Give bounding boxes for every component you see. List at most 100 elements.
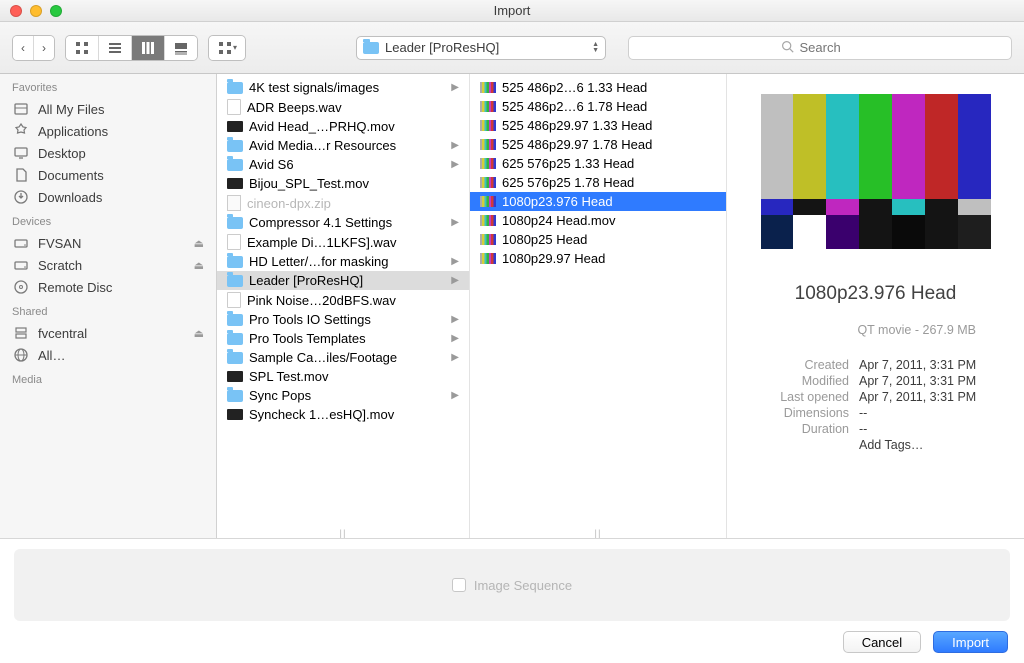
colorbars-icon	[480, 82, 496, 93]
chevron-right-icon: ▶	[451, 352, 463, 363]
file-label: Sync Pops	[249, 388, 311, 403]
file-row[interactable]: 4K test signals/images▶	[217, 78, 469, 97]
column-resize-handle[interactable]: ||	[339, 529, 346, 538]
file-row[interactable]: 625 576p25 1.33 Head	[470, 154, 726, 173]
eject-icon[interactable]: ⏏	[194, 237, 204, 250]
cancel-button[interactable]: Cancel	[843, 631, 921, 653]
file-row[interactable]: Bijou_SPL_Test.mov	[217, 174, 469, 193]
titlebar: Import	[0, 0, 1024, 22]
movie-icon	[227, 178, 243, 189]
file-row[interactable]: Sample Ca…iles/Footage▶	[217, 348, 469, 367]
file-row[interactable]: Syncheck 1…esHQ].mov	[217, 405, 469, 424]
file-row[interactable]: Pro Tools Templates▶	[217, 329, 469, 348]
metadata-row: Dimensions--	[745, 405, 1006, 421]
file-label: 4K test signals/images	[249, 80, 379, 95]
view-coverflow-button[interactable]	[164, 36, 197, 60]
colorbars-icon	[480, 253, 496, 264]
metadata-key: Last opened	[745, 390, 849, 404]
search-input[interactable]	[800, 40, 860, 55]
file-row[interactable]: Avid Head_…PRHQ.mov	[217, 117, 469, 136]
file-label: 625 576p25 1.78 Head	[502, 175, 634, 190]
sidebar-item[interactable]: Scratch⏏	[0, 254, 216, 276]
file-row[interactable]: Pro Tools IO Settings▶	[217, 310, 469, 329]
image-sequence-label: Image Sequence	[474, 578, 572, 593]
downloads-icon	[12, 189, 30, 205]
file-label: Compressor 4.1 Settings	[249, 215, 392, 230]
file-label: Example Di…1LKFS].wav	[247, 235, 397, 250]
file-row[interactable]: Avid S6▶	[217, 155, 469, 174]
file-row[interactable]: 625 576p25 1.78 Head	[470, 173, 726, 192]
file-row[interactable]: cineon-dpx.zip	[217, 193, 469, 213]
sidebar-item[interactable]: Desktop	[0, 142, 216, 164]
location-popup[interactable]: Leader [ProResHQ] ▲▼	[356, 36, 606, 60]
file-label: 525 486p2…6 1.33 Head	[502, 80, 647, 95]
file-row[interactable]: 1080p24 Head.mov	[470, 211, 726, 230]
file-label: Leader [ProResHQ]	[249, 273, 363, 288]
sidebar-item-label: FVSAN	[38, 236, 81, 251]
image-sequence-checkbox	[452, 578, 466, 592]
metadata-key: Modified	[745, 374, 849, 388]
sidebar-item-label: Applications	[38, 124, 108, 139]
file-label: Pro Tools IO Settings	[249, 312, 371, 327]
sidebar-item[interactable]: All…	[0, 344, 216, 366]
file-row[interactable]: SPL Test.mov	[217, 367, 469, 386]
sidebar-item[interactable]: fvcentral⏏	[0, 322, 216, 344]
eject-icon[interactable]: ⏏	[194, 327, 204, 340]
file-row[interactable]: Avid Media…r Resources▶	[217, 136, 469, 155]
metadata-value: Apr 7, 2011, 3:31 PM	[859, 358, 976, 372]
chevron-right-icon: ▶	[451, 159, 463, 170]
file-row[interactable]: HD Letter/…for masking▶	[217, 252, 469, 271]
file-row[interactable]: Example Di…1LKFS].wav	[217, 232, 469, 252]
sidebar-item-label: Remote Disc	[38, 280, 112, 295]
view-list-button[interactable]	[98, 36, 131, 60]
sidebar-group-header: Devices	[0, 208, 216, 232]
colorbars-icon	[480, 139, 496, 150]
sidebar-item[interactable]: Applications	[0, 120, 216, 142]
import-button[interactable]: Import	[933, 631, 1008, 653]
metadata-row: ModifiedApr 7, 2011, 3:31 PM	[745, 373, 1006, 389]
file-row[interactable]: 525 486p2…6 1.33 Head	[470, 78, 726, 97]
file-row[interactable]: 525 486p29.97 1.33 Head	[470, 116, 726, 135]
metadata-key: Duration	[745, 422, 849, 436]
sidebar-item[interactable]: Documents	[0, 164, 216, 186]
nav-forward-button[interactable]: ›	[33, 36, 54, 60]
drive-icon	[12, 235, 30, 251]
options-row: Image Sequence	[14, 549, 1010, 621]
file-row[interactable]: 1080p23.976 Head	[470, 192, 726, 211]
file-label: Pro Tools Templates	[249, 331, 366, 346]
file-row[interactable]: 525 486p29.97 1.78 Head	[470, 135, 726, 154]
file-row[interactable]: Leader [ProResHQ]▶	[217, 271, 469, 290]
view-icon-button[interactable]	[66, 36, 98, 60]
sidebar-item[interactable]: FVSAN ⏏	[0, 232, 216, 254]
disc-icon	[12, 279, 30, 295]
folder-icon	[227, 217, 243, 229]
file-label: SPL Test.mov	[249, 369, 328, 384]
arrange-button[interactable]: ▾	[209, 36, 245, 60]
file-label: cineon-dpx.zip	[247, 196, 331, 211]
column-resize-handle[interactable]: ||	[594, 529, 601, 538]
colorbars-icon	[480, 101, 496, 112]
eject-icon[interactable]: ⏏	[194, 259, 204, 272]
file-row[interactable]: ADR Beeps.wav	[217, 97, 469, 117]
sidebar-item[interactable]: Remote Disc	[0, 276, 216, 298]
file-row[interactable]: Pink Noise…20dBFS.wav	[217, 290, 469, 310]
view-column-button[interactable]	[131, 36, 164, 60]
file-row[interactable]: Sync Pops▶	[217, 386, 469, 405]
file-row[interactable]: Compressor 4.1 Settings▶	[217, 213, 469, 232]
folder-icon	[363, 42, 379, 54]
sidebar-item[interactable]: Downloads	[0, 186, 216, 208]
nav-back-button[interactable]: ‹	[13, 36, 33, 60]
search-field[interactable]	[628, 36, 1012, 60]
movie-icon	[227, 409, 243, 420]
file-row[interactable]: 525 486p2…6 1.78 Head	[470, 97, 726, 116]
drive-icon	[12, 257, 30, 273]
add-tags-link[interactable]: Add Tags…	[859, 438, 923, 452]
file-row[interactable]: 1080p25 Head	[470, 230, 726, 249]
audio-icon	[227, 99, 241, 115]
sidebar-item[interactable]: All My Files	[0, 98, 216, 120]
metadata-row: Last openedApr 7, 2011, 3:31 PM	[745, 389, 1006, 405]
arrange-menu[interactable]: ▾	[208, 35, 246, 61]
file-row[interactable]: 1080p29.97 Head	[470, 249, 726, 268]
chevron-updown-icon: ▲▼	[592, 42, 599, 54]
file-label: ADR Beeps.wav	[247, 100, 342, 115]
